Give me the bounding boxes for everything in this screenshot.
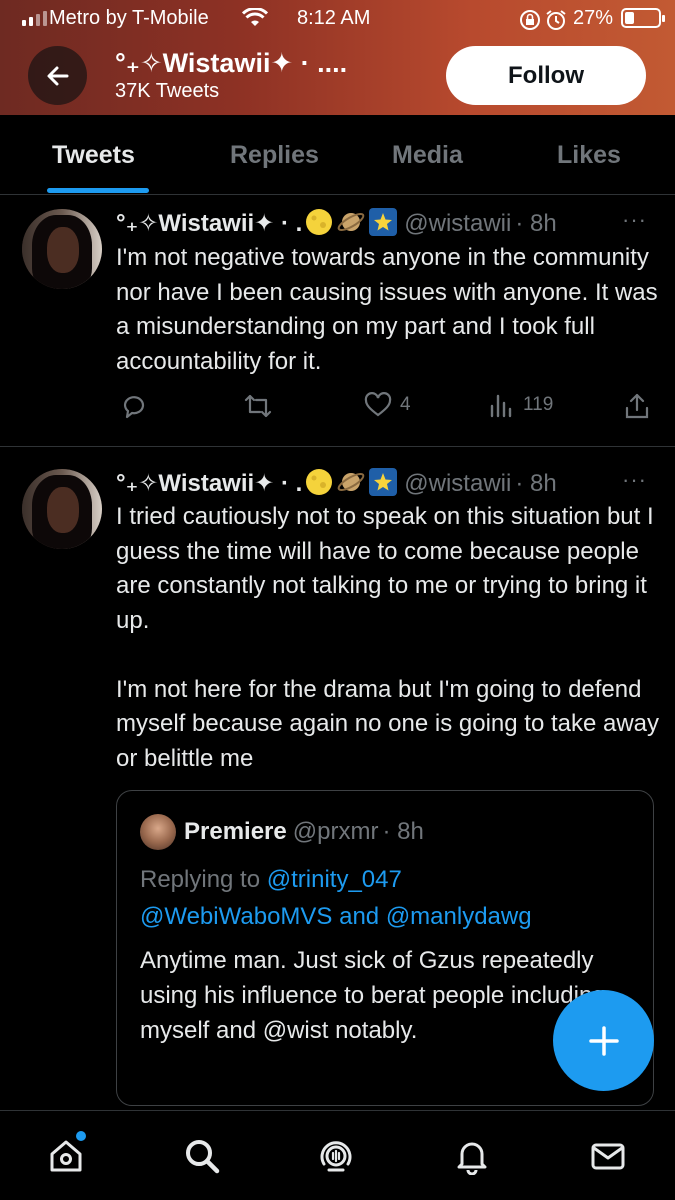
tweet-header: °₊✧Wistawii✦ · . @wistawii · 8h <box>116 207 557 238</box>
battery-fill <box>625 12 634 24</box>
profile-tabs: Tweets Replies Media Likes <box>0 115 675 195</box>
compose-plus-icon <box>588 1025 619 1056</box>
wifi-icon <box>241 7 269 34</box>
signal-icon <box>22 11 47 26</box>
active-tab-indicator <box>47 188 149 193</box>
views-icon <box>490 394 512 418</box>
like-icon <box>364 392 392 417</box>
more-options-icon[interactable]: ··· <box>622 207 647 233</box>
author-name[interactable]: °₊✧Wistawii✦ · . <box>116 210 302 237</box>
share-button[interactable] <box>624 392 650 420</box>
rotation-lock-icon <box>519 9 541 37</box>
tab-media[interactable]: Media <box>392 141 463 170</box>
nav-home[interactable] <box>46 1136 86 1176</box>
back-button[interactable] <box>28 46 87 105</box>
replying-to-and: and <box>332 903 386 930</box>
more-options-icon[interactable]: ··· <box>622 467 647 493</box>
clock-time: 8:12 AM <box>297 7 371 29</box>
mention-link[interactable]: @WebiWaboMVS <box>140 903 332 930</box>
replying-to-label: Replying to <box>140 866 267 893</box>
messages-icon <box>591 1143 625 1170</box>
author-handle: @wistawii <box>404 210 512 237</box>
quoted-tweet-time: · 8h <box>382 818 424 845</box>
author-name[interactable]: °₊✧Wistawii✦ · . <box>116 470 302 497</box>
status-bar: Metro by T-Mobile 8:12 AM 27% <box>0 0 675 38</box>
nav-notifications[interactable] <box>452 1136 492 1176</box>
tweet-count: 37K Tweets <box>115 80 220 102</box>
moon-emoji-icon <box>304 207 334 237</box>
reply-icon <box>123 396 145 419</box>
carrier-label: Metro by T-Mobile <box>49 7 209 29</box>
tweet-time: · 8h <box>515 470 557 497</box>
tweet-time: · 8h <box>515 210 557 237</box>
retweet-icon <box>244 394 272 418</box>
views-button[interactable]: 119 <box>489 392 553 418</box>
tweet-text: I tried cautiously not to speak on this … <box>116 503 660 772</box>
tab-tweets[interactable]: Tweets <box>52 141 135 170</box>
avatar[interactable] <box>22 469 102 549</box>
tab-replies[interactable]: Replies <box>230 141 319 170</box>
nav-search[interactable] <box>182 1136 222 1176</box>
tweet-text: I'm not negative towards anyone in the c… <box>116 244 665 375</box>
avatar[interactable] <box>140 814 176 850</box>
moon-emoji-icon <box>304 467 334 497</box>
retweet-button[interactable] <box>243 392 273 420</box>
follow-button[interactable]: Follow <box>446 46 646 105</box>
planet-emoji-icon <box>336 467 366 497</box>
tweet-header: °₊✧Wistawii✦ · . @wistawii · 8h <box>116 467 557 498</box>
quoted-author-name: Premiere <box>184 818 287 845</box>
quoted-tweet-header: Premiere @prxmr · 8h <box>184 818 424 846</box>
nav-spaces[interactable] <box>316 1136 356 1176</box>
tweet[interactable]: °₊✧Wistawii✦ · . @wistawii · 8h ··· I'm no… <box>0 195 675 447</box>
spaces-icon <box>320 1141 352 1172</box>
mention-link[interactable]: @trinity_047 <box>267 866 402 893</box>
tab-likes[interactable]: Likes <box>557 141 621 170</box>
profile-header: Metro by T-Mobile 8:12 AM 27% °₊✧Wistawi… <box>0 0 675 115</box>
tweet-actions: 4 119 <box>0 392 675 422</box>
battery-icon <box>621 8 665 28</box>
nav-messages[interactable] <box>588 1136 628 1176</box>
search-icon <box>186 1140 220 1174</box>
shooting-star-emoji-icon <box>368 207 398 237</box>
back-arrow-icon <box>47 66 68 85</box>
compose-tweet-button[interactable] <box>553 990 654 1091</box>
reply-button[interactable] <box>120 392 148 420</box>
notifications-icon <box>457 1142 487 1175</box>
battery-percent: 27% <box>573 7 614 29</box>
quoted-author-handle: @prxmr <box>292 818 379 845</box>
replying-to: Replying to @trinity_047 @WebiWaboMVS an… <box>140 861 640 935</box>
share-icon <box>625 393 649 419</box>
alarm-icon <box>545 9 567 37</box>
like-button[interactable]: 4 <box>364 392 411 418</box>
notification-dot <box>76 1131 86 1141</box>
like-count: 4 <box>400 394 411 415</box>
mention-link[interactable]: @manlydawg <box>386 903 532 930</box>
bottom-navigation <box>0 1110 675 1200</box>
avatar[interactable] <box>22 209 102 289</box>
shooting-star-emoji-icon <box>368 467 398 497</box>
home-icon <box>50 1140 82 1172</box>
views-count: 119 <box>523 394 554 415</box>
author-handle: @wistawii <box>404 470 512 497</box>
planet-emoji-icon <box>336 207 366 237</box>
profile-name: °₊✧Wistawii✦ · .... <box>115 48 348 78</box>
